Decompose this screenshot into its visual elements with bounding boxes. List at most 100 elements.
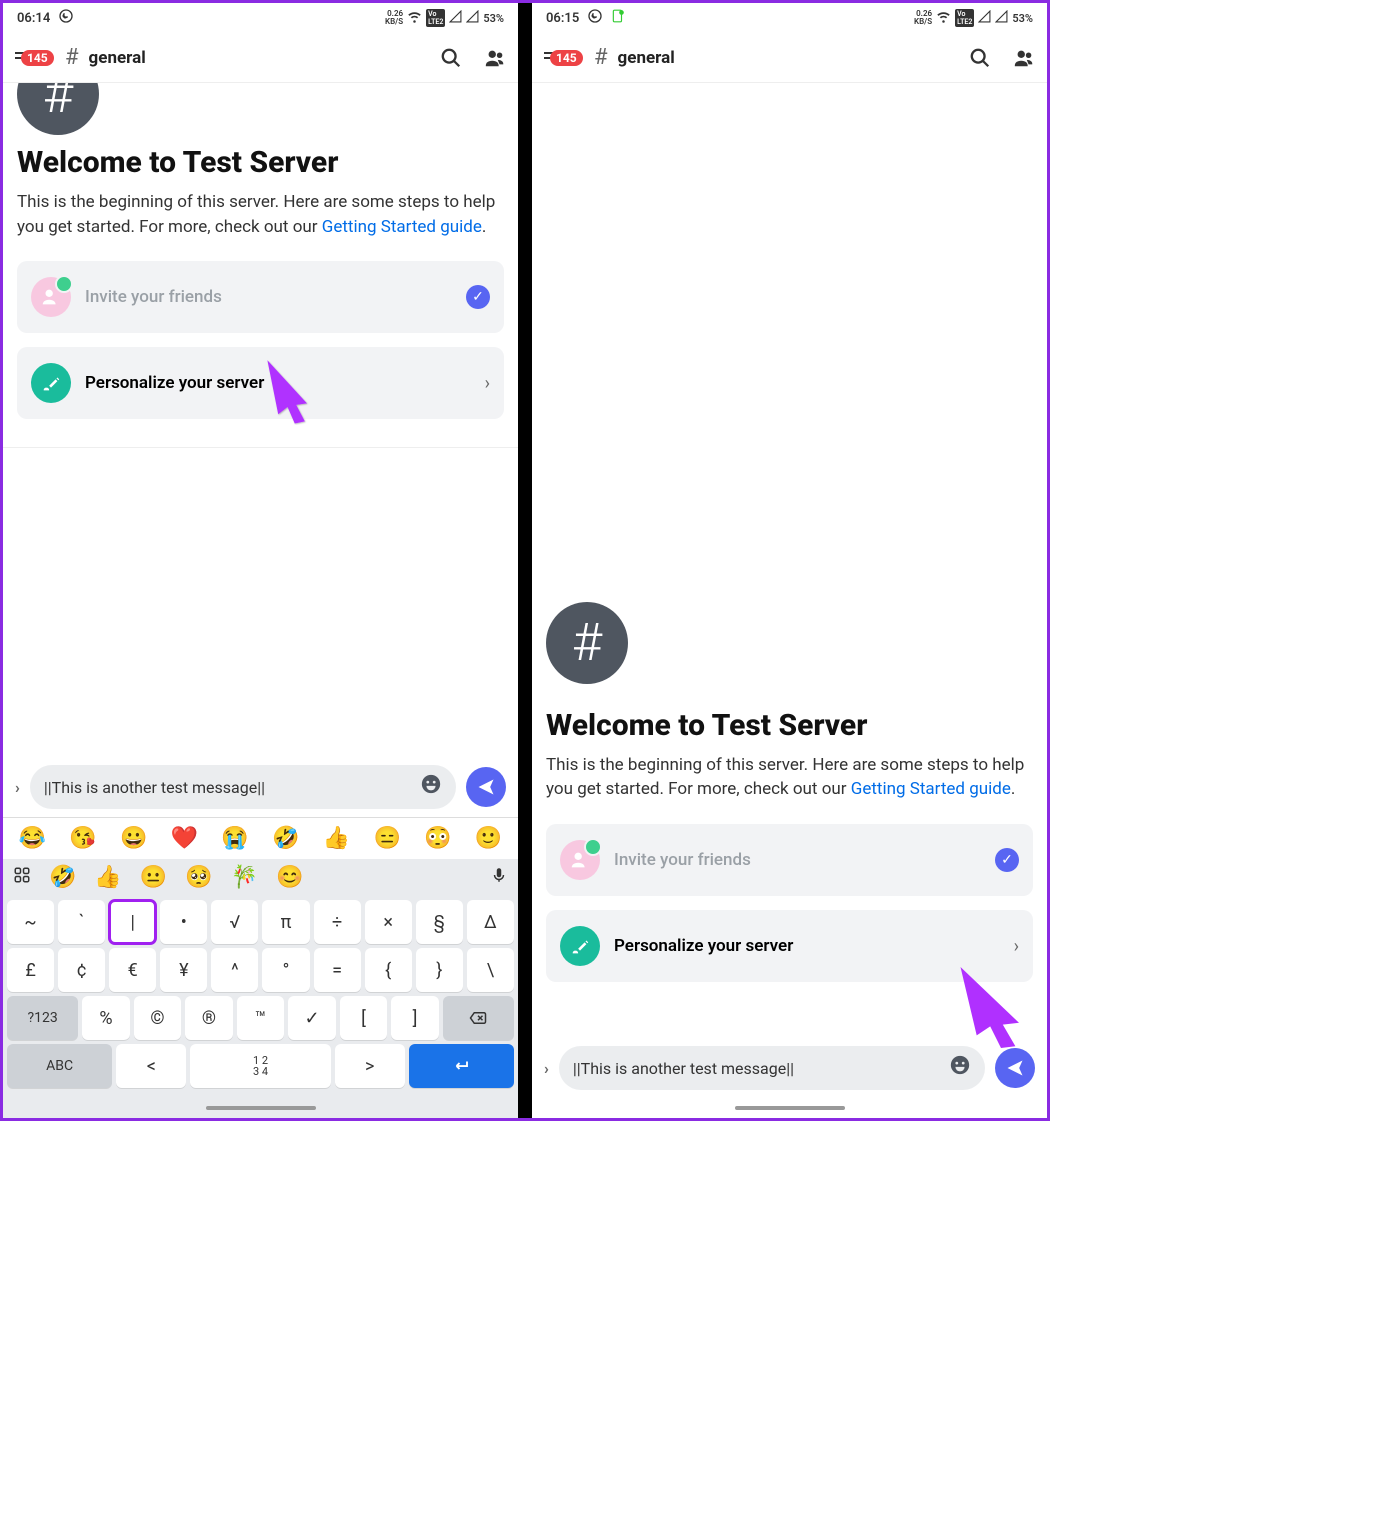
key-rbracket[interactable]: ]: [391, 996, 439, 1040]
emoji-key[interactable]: 😘: [69, 826, 96, 851]
key-rbrace[interactable]: }: [416, 948, 463, 992]
signal-icon-2: [995, 10, 1008, 26]
key-tm[interactable]: ™: [237, 996, 285, 1040]
key-lbrace[interactable]: {: [365, 948, 412, 992]
wifi-icon: [936, 9, 951, 27]
emoji-sugg[interactable]: 🎋: [231, 865, 258, 890]
welcome-title: Welcome to Test Server: [17, 145, 504, 180]
emoji-sugg[interactable]: 😐: [140, 865, 167, 890]
channel-header: 145 # general: [3, 33, 518, 83]
emoji-sugg[interactable]: 🥺: [185, 865, 212, 890]
getting-started-link[interactable]: Getting Started guide: [851, 779, 1011, 799]
send-button[interactable]: [995, 1048, 1035, 1088]
invite-friends-card[interactable]: Invite your friends ✓: [546, 824, 1033, 896]
key-cent[interactable]: ¢: [58, 948, 105, 992]
key-abc[interactable]: ABC: [7, 1044, 112, 1088]
key-caret[interactable]: ^: [211, 948, 258, 992]
emoji-sugg[interactable]: 😊: [276, 865, 303, 890]
key-backspace[interactable]: [443, 996, 514, 1040]
emoji-key[interactable]: 😑: [373, 826, 400, 851]
send-button[interactable]: [466, 767, 506, 807]
emoji-key[interactable]: 😭: [221, 826, 248, 851]
message-text: ||This is another test message||: [44, 778, 412, 797]
status-time: 06:14: [17, 11, 50, 26]
emoji-key[interactable]: 🤣: [272, 826, 299, 851]
key-registered[interactable]: ®: [185, 996, 233, 1040]
key-percent[interactable]: %: [82, 996, 130, 1040]
key-multiply[interactable]: ×: [365, 900, 412, 944]
key-yen[interactable]: ¥: [160, 948, 207, 992]
emoji-key[interactable]: ❤️: [171, 826, 198, 851]
key-numbers[interactable]: ?123: [7, 996, 78, 1040]
key-check[interactable]: ✓: [288, 996, 336, 1040]
status-bar: 06:15 0.26KB/S VoLTE2 53%: [532, 3, 1047, 33]
search-icon[interactable]: [969, 47, 991, 69]
signal-icon-1: [449, 10, 462, 26]
key-backslash[interactable]: \: [467, 948, 514, 992]
key-euro[interactable]: €: [109, 948, 156, 992]
expand-button[interactable]: ›: [15, 778, 20, 797]
key-pipe[interactable]: |: [109, 900, 156, 944]
message-input[interactable]: ||This is another test message||: [559, 1046, 985, 1090]
invite-friends-card[interactable]: Invite your friends ✓: [17, 261, 504, 333]
key-section[interactable]: §: [416, 900, 463, 944]
menu-button[interactable]: 145: [544, 44, 584, 72]
emoji-key[interactable]: 🙂: [475, 826, 502, 851]
expand-button[interactable]: ›: [544, 1059, 549, 1078]
key-bullet[interactable]: •: [160, 900, 207, 944]
personalize-card[interactable]: Personalize your server ›: [546, 910, 1033, 982]
welcome-title: Welcome to Test Server: [546, 708, 1033, 743]
emoji-key[interactable]: 😀: [120, 826, 147, 851]
emoji-button[interactable]: [949, 1054, 971, 1082]
key-equals[interactable]: =: [314, 948, 361, 992]
wifi-icon: [407, 9, 422, 27]
key-tilde[interactable]: ~: [7, 900, 54, 944]
status-time: 06:15: [546, 11, 579, 26]
key-degree[interactable]: °: [262, 948, 309, 992]
emoji-sugg[interactable]: 👍: [94, 865, 121, 890]
invite-label: Invite your friends: [614, 850, 981, 870]
status-bar: 06:14 0.26KB/S VoLTE2 53%: [3, 3, 518, 33]
keyboard-grid-icon[interactable]: [13, 865, 31, 890]
invite-icon: [31, 277, 71, 317]
members-icon[interactable]: [1013, 47, 1035, 69]
personalize-label: Personalize your server: [614, 936, 1000, 956]
key-lt[interactable]: <: [116, 1044, 186, 1088]
message-input[interactable]: ||This is another test message||: [30, 765, 456, 809]
key-gt[interactable]: >: [335, 1044, 405, 1088]
key-pound[interactable]: £: [7, 948, 54, 992]
key-delta[interactable]: Δ: [467, 900, 514, 944]
home-indicator: [3, 1098, 518, 1118]
signal-icon-2: [466, 10, 479, 26]
key-backtick[interactable]: `: [58, 900, 105, 944]
notification-icon: [611, 9, 625, 27]
key-1234[interactable]: 1 2 3 4: [190, 1044, 330, 1088]
personalize-card[interactable]: Personalize your server ›: [17, 347, 504, 419]
key-lbracket[interactable]: [: [340, 996, 388, 1040]
chevron-right-icon: ›: [1014, 936, 1019, 957]
members-icon[interactable]: [484, 47, 506, 69]
channel-name: general: [89, 48, 430, 68]
key-enter[interactable]: [409, 1044, 514, 1088]
signal-icon-1: [978, 10, 991, 26]
getting-started-link[interactable]: Getting Started guide: [322, 217, 482, 237]
emoji-key[interactable]: 👍: [323, 826, 350, 851]
emoji-key[interactable]: 😂: [19, 826, 46, 851]
battery-text: 53%: [1012, 12, 1033, 25]
emoji-key[interactable]: 😳: [424, 826, 451, 851]
emoji-sugg[interactable]: 🤣: [49, 865, 76, 890]
brush-icon: [560, 926, 600, 966]
key-divide[interactable]: ÷: [314, 900, 361, 944]
emoji-suggestions-row: 😂 😘 😀 ❤️ 😭 🤣 👍 😑 😳 🙂: [3, 818, 518, 859]
channel-header: 145 # general: [532, 33, 1047, 83]
emoji-button[interactable]: [420, 773, 442, 801]
key-sqrt[interactable]: √: [211, 900, 258, 944]
key-copyright[interactable]: ©: [134, 996, 182, 1040]
battery-text: 53%: [483, 12, 504, 25]
mic-icon[interactable]: [490, 865, 508, 890]
key-pi[interactable]: π: [262, 900, 309, 944]
volte-icon: VoLTE2: [426, 9, 445, 27]
home-indicator: [532, 1098, 1047, 1118]
menu-button[interactable]: 145: [15, 44, 55, 72]
search-icon[interactable]: [440, 47, 462, 69]
